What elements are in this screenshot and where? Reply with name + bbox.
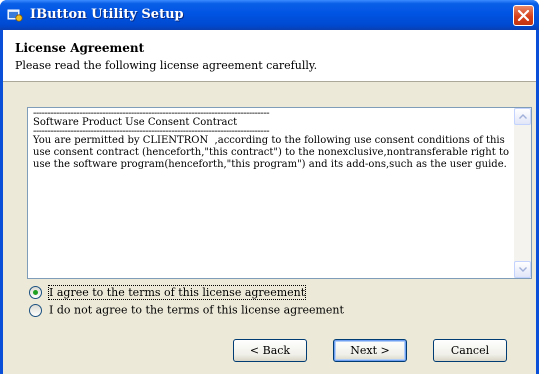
header-panel: License Agreement Please read the follow… — [3, 30, 536, 82]
setup-window: IButton Utility Setup License Agreement … — [0, 0, 539, 374]
license-paragraph-line: use consent contract (henceforth,"this c… — [33, 147, 509, 158]
title-bar[interactable]: IButton Utility Setup — [0, 0, 539, 30]
license-content: ----------------------------------------… — [33, 111, 511, 171]
agree-label[interactable]: I agree to the terms of this license agr… — [47, 284, 307, 300]
scroll-up-button[interactable] — [514, 108, 531, 125]
agree-radio[interactable] — [29, 285, 42, 299]
disagree-label[interactable]: I do not agree to the terms of this lice… — [49, 304, 344, 317]
chevron-down-icon — [519, 267, 527, 272]
chevron-up-icon — [519, 114, 527, 119]
cancel-button[interactable]: Cancel — [433, 339, 507, 362]
license-text-box[interactable]: ----------------------------------------… — [27, 107, 532, 279]
license-heading: Software Product Use Consent Contract — [33, 117, 238, 128]
back-button[interactable]: < Back — [233, 339, 307, 362]
vertical-scrollbar[interactable] — [514, 108, 531, 278]
page-title: License Agreement — [15, 41, 145, 55]
license-paragraph-line: You are permitted by CLIENTRON ,accordin… — [33, 135, 505, 146]
disagree-option[interactable]: I do not agree to the terms of this lice… — [29, 303, 344, 319]
next-button[interactable]: Next > — [333, 339, 407, 362]
agree-option[interactable]: I agree to the terms of this license agr… — [29, 284, 307, 301]
setup-app-icon — [7, 9, 23, 22]
close-icon — [517, 9, 530, 22]
close-button[interactable] — [513, 5, 534, 26]
disagree-radio[interactable] — [29, 303, 42, 317]
dialog-client-area: License Agreement Please read the follow… — [3, 30, 536, 374]
scroll-down-button[interactable] — [514, 261, 531, 278]
license-paragraph-line: use the software program(henceforth,"thi… — [33, 159, 507, 170]
window-title: IButton Utility Setup — [30, 7, 184, 22]
page-subtitle: Please read the following license agreem… — [15, 59, 318, 72]
